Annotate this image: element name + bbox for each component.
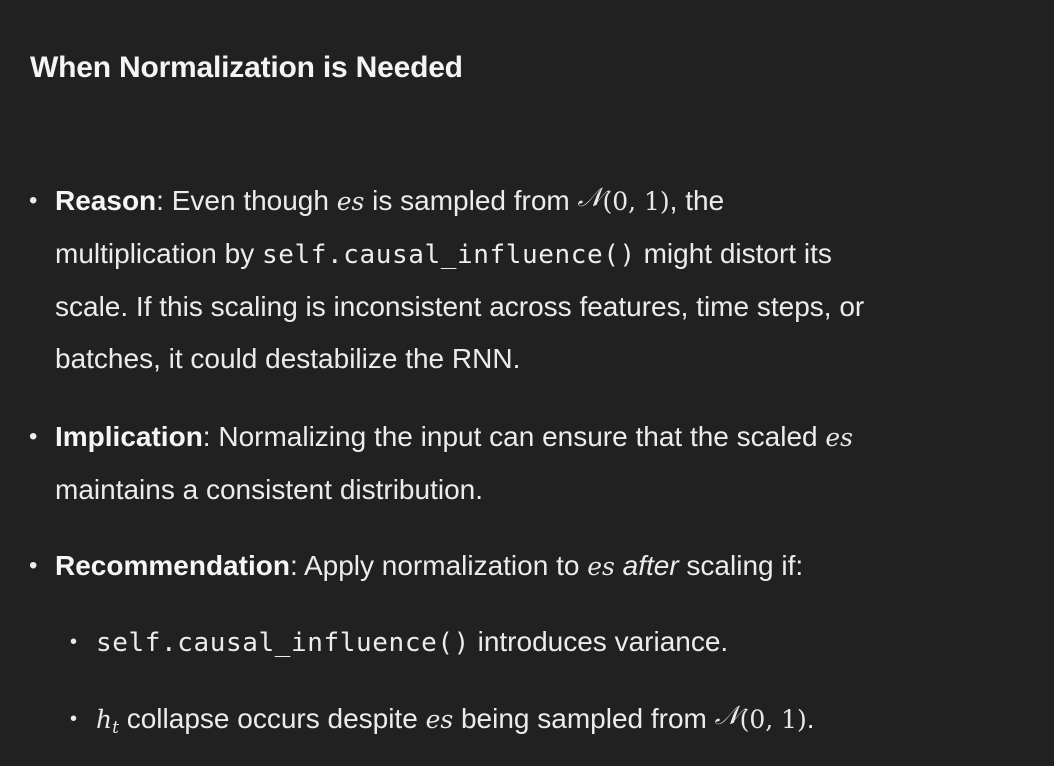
math-normal-args: (0, 1) — [739, 705, 807, 734]
item-label: Implication — [55, 421, 203, 452]
item-text: , the — [669, 185, 725, 216]
item-label: Reason — [55, 185, 157, 216]
item-text: : Normalizing the input can ensure that … — [202, 421, 826, 452]
math-normal-args: (0, 1) — [602, 187, 670, 216]
item-text: maintains a consistent distribution. — [55, 474, 483, 505]
item-text: multiplication by — [55, 238, 262, 269]
math-normal-distribution: 𝒩(0, 1) — [578, 183, 670, 216]
inline-code: self.causal_influence() — [96, 628, 470, 658]
math-es: es — [825, 423, 853, 452]
math-normal-symbol: 𝒩 — [577, 183, 603, 213]
bullet-dot: • — [29, 552, 38, 579]
math-es: es — [587, 552, 615, 581]
math-t-subscript: t — [112, 718, 119, 738]
item-text: collapse occurs despite — [118, 703, 426, 734]
math-normal-symbol: 𝒩 — [714, 701, 740, 731]
item-text: might distort its — [635, 238, 832, 269]
item-text: scaling if: — [678, 550, 804, 581]
inline-code: self.causal_influence() — [261, 240, 636, 270]
list-item-recommendation: • Recommendation: Apply normalization to… — [29, 540, 1015, 593]
section-heading: When Normalization is Needed — [30, 51, 463, 84]
list-item-reason: • Reason: Even though es is sampled from… — [29, 175, 1015, 385]
list-item-implication: • Implication: Normalizing the input can… — [29, 411, 1015, 516]
item-text: batches, it could destabilize the RNN. — [55, 343, 521, 374]
math-ht: ht — [96, 705, 119, 737]
item-text: scale. If this scaling is inconsistent a… — [55, 291, 865, 322]
math-h: h — [96, 705, 113, 734]
bullet-dot: • — [29, 423, 38, 450]
sub-item-collapse: • ht collapse occurs despite es being sa… — [70, 693, 1054, 746]
bullet-dot: • — [70, 631, 78, 653]
item-text: introduces variance. — [469, 626, 729, 657]
item-text: being sampled from — [453, 703, 715, 734]
item-label: Recommendation — [55, 550, 290, 581]
emphasis-after: after — [622, 550, 679, 581]
math-es: es — [336, 187, 365, 216]
item-text: is sampled from — [364, 185, 578, 216]
sub-item-variance: • self.causal_influence() introduces var… — [70, 616, 1054, 669]
bullet-dot: • — [70, 708, 78, 730]
item-text: : Apply normalization to — [289, 550, 588, 581]
math-normal-distribution: 𝒩(0, 1) — [715, 701, 807, 734]
bullet-dot: • — [29, 187, 38, 214]
item-text: : Even though — [156, 185, 337, 216]
item-text: . — [806, 703, 815, 734]
math-es: es — [425, 705, 454, 734]
